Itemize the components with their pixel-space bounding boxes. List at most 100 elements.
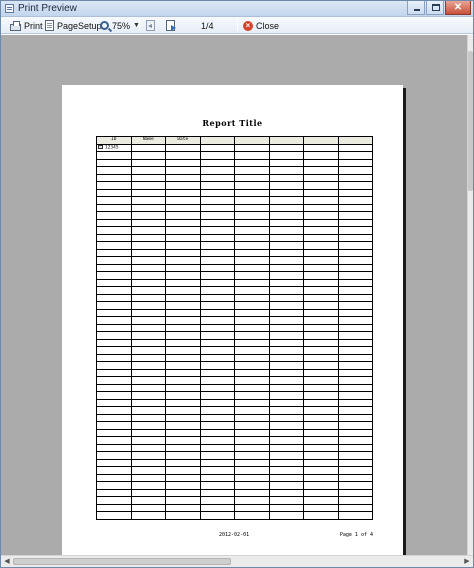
table-cell [337,233,373,242]
table-cell [268,203,304,212]
table-cell [303,481,339,490]
table-cell [268,496,304,505]
table-cell [199,256,235,265]
table-cell [337,323,373,332]
print-button[interactable]: Print [10,19,43,32]
report-table: ID Name Date 12345 [96,136,373,520]
table-cell [337,346,373,355]
table-cell [130,481,166,490]
table-cell [165,158,201,167]
prev-page-button[interactable] [146,19,158,32]
table-cell [165,241,201,250]
table-cell [199,511,235,520]
table-row [96,451,373,460]
table-cell [303,188,339,197]
table-cell [130,323,166,332]
table-cell [96,181,132,190]
table-cell [199,421,235,430]
table-cell [268,151,304,160]
table-cell [96,293,132,302]
page-setup-button[interactable]: PageSetup [45,19,102,32]
close-button[interactable]: × Close [243,19,279,32]
table-cell [303,406,339,415]
preview-area[interactable]: Report Title ID Name Date 12345 2012-02-01… [1,35,467,555]
table-cell [303,203,339,212]
table-cell [165,383,201,392]
maximize-button[interactable] [426,1,444,15]
table-cell [234,323,270,332]
table-cell [165,293,201,302]
table-row [96,443,373,452]
window-title: Print Preview [18,3,77,14]
horizontal-scroll-thumb[interactable] [13,558,231,565]
table-cell [234,331,270,340]
minimize-button[interactable] [407,1,425,15]
table-row [96,173,373,182]
title-bar[interactable]: Print Preview ✕ [1,1,473,17]
table-cell [96,503,132,512]
vertical-scroll-thumb[interactable] [468,51,473,191]
table-cell [199,443,235,452]
table-cell [337,226,373,235]
table-cell [268,188,304,197]
table-row [96,293,373,302]
table-cell [234,241,270,250]
table-cell [130,143,166,152]
vertical-scrollbar[interactable] [467,35,473,555]
page-indicator: 1/4 [201,20,214,31]
table-cell [165,143,201,152]
table-cell [165,473,201,482]
table-cell [268,391,304,400]
record-icon [98,144,103,149]
table-cell [268,248,304,257]
table-cell [303,473,339,482]
table-cell [165,413,201,422]
table-cell [199,376,235,385]
table-cell [165,511,201,520]
table-cell [337,511,373,520]
table-cell [199,158,235,167]
table-cell [268,263,304,272]
table-cell [165,301,201,310]
table-row [96,428,373,437]
table-cell [234,188,270,197]
table-cell [165,398,201,407]
table-cell [130,458,166,467]
next-page-button[interactable] [166,19,178,32]
table-cell [234,473,270,482]
scroll-left-icon[interactable]: ◀ [2,557,12,567]
table-cell [130,383,166,392]
scroll-right-icon[interactable]: ▶ [462,557,472,567]
table-row [96,481,373,490]
table-cell [303,166,339,175]
table-cell [165,196,201,205]
table-cell [96,338,132,347]
table-cell [268,436,304,445]
table-cell [199,188,235,197]
table-cell [199,503,235,512]
table-cell [337,166,373,175]
horizontal-scrollbar[interactable]: ◀ ▶ [1,555,473,567]
table-cell [337,248,373,257]
table-cell [199,473,235,482]
table-cell [165,233,201,242]
table-cell [199,286,235,295]
table-cell [303,143,339,152]
zoom-dropdown[interactable]: 75% ▼ [100,19,140,32]
zoom-value: 75% [112,20,131,31]
table-cell [303,511,339,520]
table-cell [165,503,201,512]
table-cell [130,473,166,482]
window-close-button[interactable]: ✕ [445,1,471,15]
table-cell [130,428,166,437]
table-cell [199,143,235,152]
table-cell [268,458,304,467]
table-cell [130,173,166,182]
table-cell [303,256,339,265]
table-cell [96,188,132,197]
column-header [268,136,304,145]
table-cell [96,271,132,280]
table-cell [130,301,166,310]
report-page: Report Title ID Name Date 12345 2012-02-01… [62,85,403,555]
table-cell [130,233,166,242]
